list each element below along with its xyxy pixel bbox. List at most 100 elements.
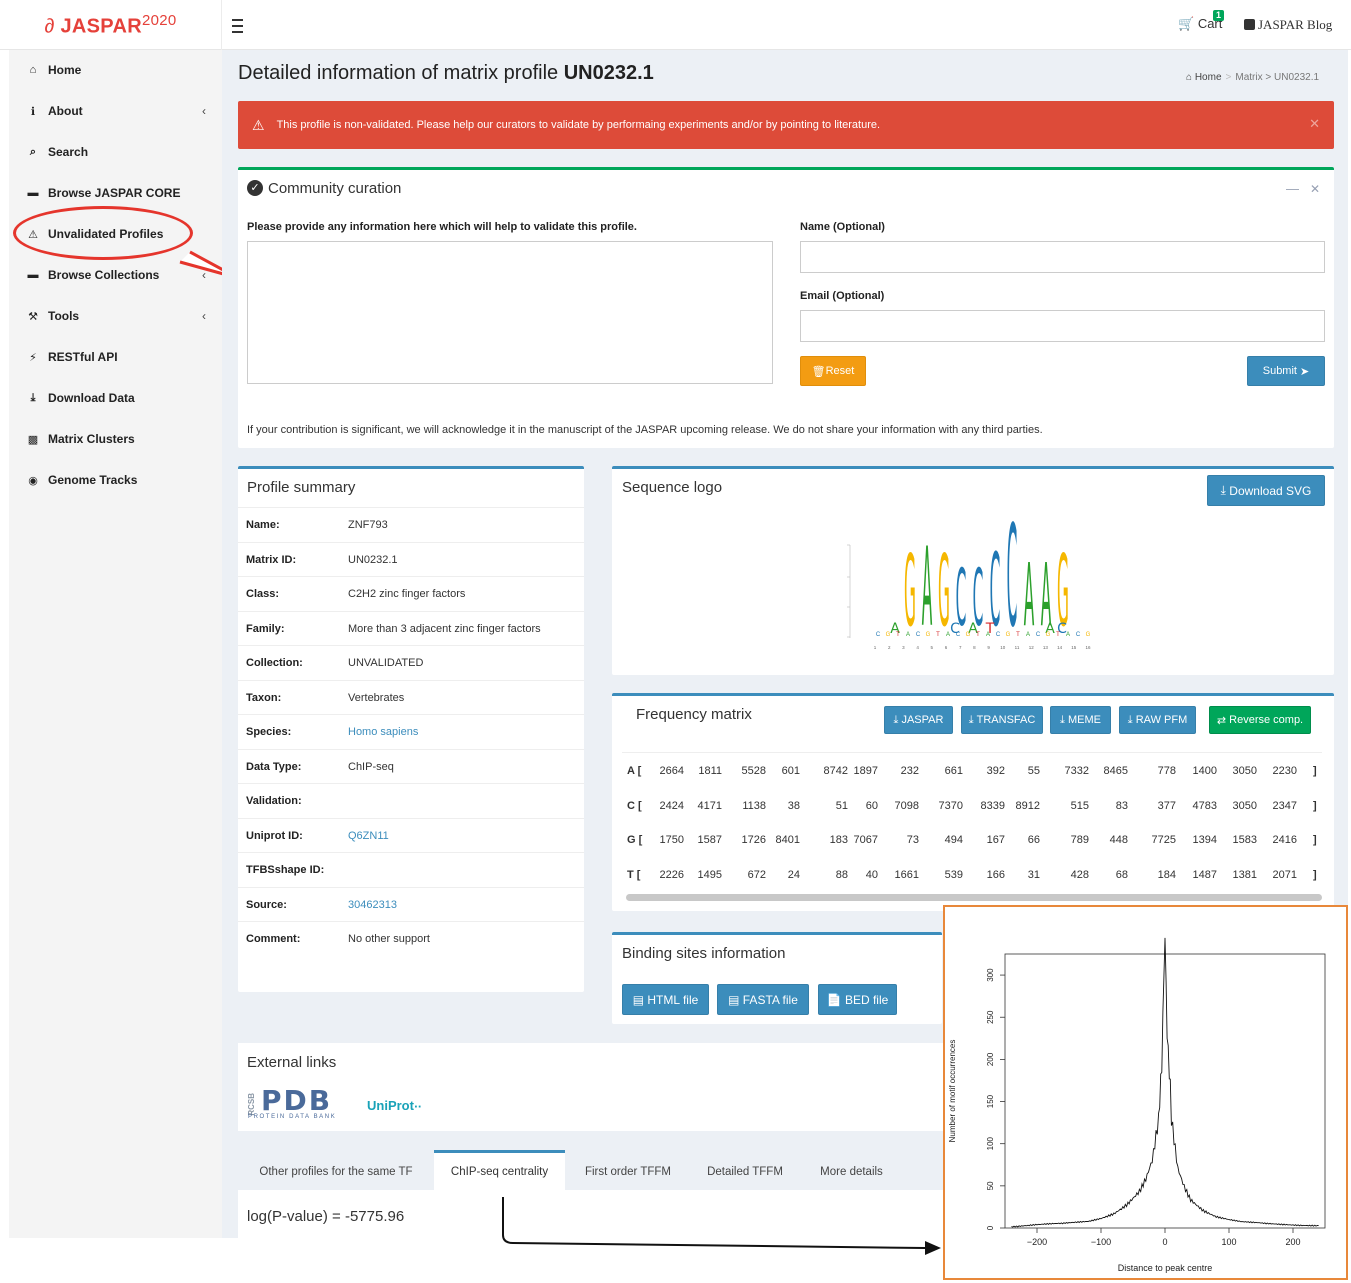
map-marker-icon: ◉ xyxy=(28,474,38,487)
logo-letter-tiny: C xyxy=(996,632,1001,638)
jaspar-format-button[interactable]: ⤓ JASPAR xyxy=(884,706,953,734)
sidebar-item-genome-tracks[interactable]: ◉ Genome Tracks xyxy=(9,460,222,500)
sidebar-item-matrix-clusters[interactable]: ▩ Matrix Clusters xyxy=(9,419,222,459)
remove-icon[interactable]: ✕ xyxy=(1310,182,1320,196)
blog-link[interactable]: JASPAR Blog xyxy=(1244,17,1332,33)
summary-row: Matrix ID: UN0232.1 xyxy=(238,541,584,576)
sidebar-item-home[interactable]: ⌂ Home xyxy=(9,50,222,90)
series-line xyxy=(1011,937,1319,1228)
bed-file-button[interactable]: 📄 BED file xyxy=(818,984,897,1015)
name-field[interactable] xyxy=(800,241,1325,273)
sidebar-item-search[interactable]: ⌕ Search xyxy=(9,132,222,172)
centrality-pvalue: log(P-value) = -5775.96 xyxy=(247,1208,405,1225)
matrix-cell: 1583 xyxy=(1232,834,1257,846)
alert-close-icon[interactable]: ✕ xyxy=(1309,116,1320,132)
download-icon: ⤓ xyxy=(1127,713,1133,726)
matrix-cell: 8339 xyxy=(980,799,1005,812)
logo-letter-tiny: A xyxy=(986,632,990,638)
logo-letter-tiny: C xyxy=(916,632,921,638)
logo-letter-tiny: A xyxy=(906,632,910,638)
matrix-cell: 51 xyxy=(835,799,848,812)
top-navbar: ∂ JASPAR2020 🛒 Cart 1 JASPAR Blog xyxy=(0,0,1351,50)
summary-value[interactable]: 30462313 xyxy=(348,899,397,911)
logo-letter-tiny: T xyxy=(896,632,900,638)
curation-info-label: Please provide any information here whic… xyxy=(247,221,637,233)
tab-other-profiles-for-the-same-tf[interactable]: Other profiles for the same TF xyxy=(238,1153,434,1190)
centrality-plot-frame: −200 −100 0 100 200 0 50 100 150 200 250 300 Distanc… xyxy=(943,905,1348,1280)
matrix-cell: 7370 xyxy=(938,799,963,812)
matrix-cell: 601 xyxy=(781,765,800,777)
pdb-subtitle: PROTEIN DATA BANK xyxy=(248,1114,337,1120)
summary-key: Comment: xyxy=(246,933,301,945)
pdb-side-text: RCSB xyxy=(247,1093,256,1116)
sidebar-item-tools[interactable]: ⚒ Tools ‹ xyxy=(9,296,222,336)
matrix-cell: 778 xyxy=(1157,765,1176,777)
sidebar-item-download-data[interactable]: ⤓ Download Data xyxy=(9,378,222,418)
brand-logo[interactable]: ∂ JASPAR2020 xyxy=(0,0,222,50)
logo-position-label: 10 xyxy=(1000,645,1006,650)
logo-position-label: 14 xyxy=(1057,645,1063,650)
external-links-title: External links xyxy=(247,1054,337,1071)
summary-value[interactable]: Homo sapiens xyxy=(348,726,418,738)
meme-format-button[interactable]: ⤓ MEME xyxy=(1050,706,1111,734)
html-file-button[interactable]: ▤ HTML file xyxy=(622,984,709,1015)
tab-chip-seq-centrality[interactable]: ChIP-seq centrality xyxy=(434,1150,565,1190)
sidebar-toggle-icon[interactable] xyxy=(232,15,250,35)
uniprot-logo-link[interactable]: UniProt⋅⋅ xyxy=(367,1098,422,1113)
summary-row: TFBSshape ID: xyxy=(238,852,584,886)
nucleotide-label: C [ xyxy=(627,799,642,812)
reverse-complement-button[interactable]: ⇄ Reverse comp. xyxy=(1209,706,1311,734)
matrix-cell: 167 xyxy=(986,834,1005,846)
warning-icon: ⚠ xyxy=(252,116,265,133)
matrix-cell: 166 xyxy=(986,868,1005,881)
sidebar-item-about[interactable]: ℹ About ‹ xyxy=(9,91,222,131)
tab-more-details[interactable]: More details xyxy=(800,1153,903,1190)
pdb-logo-link[interactable]: RCSB PDB PROTEIN DATA BANK xyxy=(247,1084,353,1122)
fasta-file-button[interactable]: ▤ FASTA file xyxy=(717,984,809,1015)
matrix-cell: 661 xyxy=(944,765,963,777)
email-field[interactable] xyxy=(800,310,1325,342)
submit-button[interactable]: Submit ➤ xyxy=(1247,356,1325,386)
x-tick-label: 200 xyxy=(1285,1237,1300,1247)
breadcrumb-home[interactable]: Home xyxy=(1195,72,1222,83)
logo-position-label: 5 xyxy=(931,645,934,650)
sidebar-item-label: Home xyxy=(48,63,82,77)
transfac-format-button[interactable]: ⤓ TRANSFAC xyxy=(961,706,1043,734)
logo-position-label: 12 xyxy=(1029,645,1035,650)
tab-detailed-tffm[interactable]: Detailed TFFM xyxy=(691,1153,799,1190)
matrix-cell: 183 xyxy=(829,834,848,846)
sidebar-item-restful-api[interactable]: ⚡ RESTful API xyxy=(9,337,222,377)
cluster-icon: ▩ xyxy=(27,433,39,446)
summary-key: Collection: xyxy=(246,657,303,669)
curation-note: If your contribution is significant, we … xyxy=(247,424,1043,436)
logo-letter-tiny: G xyxy=(1006,632,1011,638)
profile-summary-title: Profile summary xyxy=(247,479,356,496)
chevron-left-icon[interactable]: ‹ xyxy=(202,309,206,323)
arrow-circle-right-icon: ➤ xyxy=(1300,365,1310,378)
horizontal-scrollbar[interactable] xyxy=(626,894,1322,901)
logo-icon: ∂ xyxy=(44,15,61,38)
matrix-cell: 7332 xyxy=(1064,765,1089,777)
breadcrumb-matrix[interactable]: Matrix xyxy=(1235,72,1262,83)
chevron-left-icon[interactable]: ‹ xyxy=(202,104,206,118)
download-svg-button[interactable]: ⤓ Download SVG xyxy=(1207,475,1325,506)
logo-position-label: 4 xyxy=(916,645,919,650)
logo-letter-tiny: G xyxy=(886,632,891,638)
raw-pfm-button[interactable]: ⤓ RAW PFM xyxy=(1119,706,1196,734)
reset-button[interactable]: 🗑 Reset xyxy=(800,356,866,386)
bed-file-label: BED file xyxy=(844,992,889,1007)
logo-name: JASPAR xyxy=(60,15,142,38)
y-tick-label: 200 xyxy=(986,1052,995,1066)
matrix-cell: 1897 xyxy=(853,765,878,777)
y-tick-label: 150 xyxy=(986,1094,995,1108)
summary-row: Source: 30462313 xyxy=(238,886,584,921)
summary-key: Species: xyxy=(246,726,292,738)
x-tick-label: 100 xyxy=(1221,1237,1236,1247)
download-svg-label: Download SVG xyxy=(1229,483,1312,498)
summary-value[interactable]: Q6ZN11 xyxy=(348,830,389,842)
tab-first-order-tffm[interactable]: First order TFFM xyxy=(566,1153,690,1190)
summary-row: Species: Homo sapiens xyxy=(238,714,584,748)
collapse-icon[interactable]: — xyxy=(1286,181,1299,196)
matrix-cell: 232 xyxy=(900,765,919,777)
curation-info-textarea[interactable] xyxy=(247,241,773,384)
